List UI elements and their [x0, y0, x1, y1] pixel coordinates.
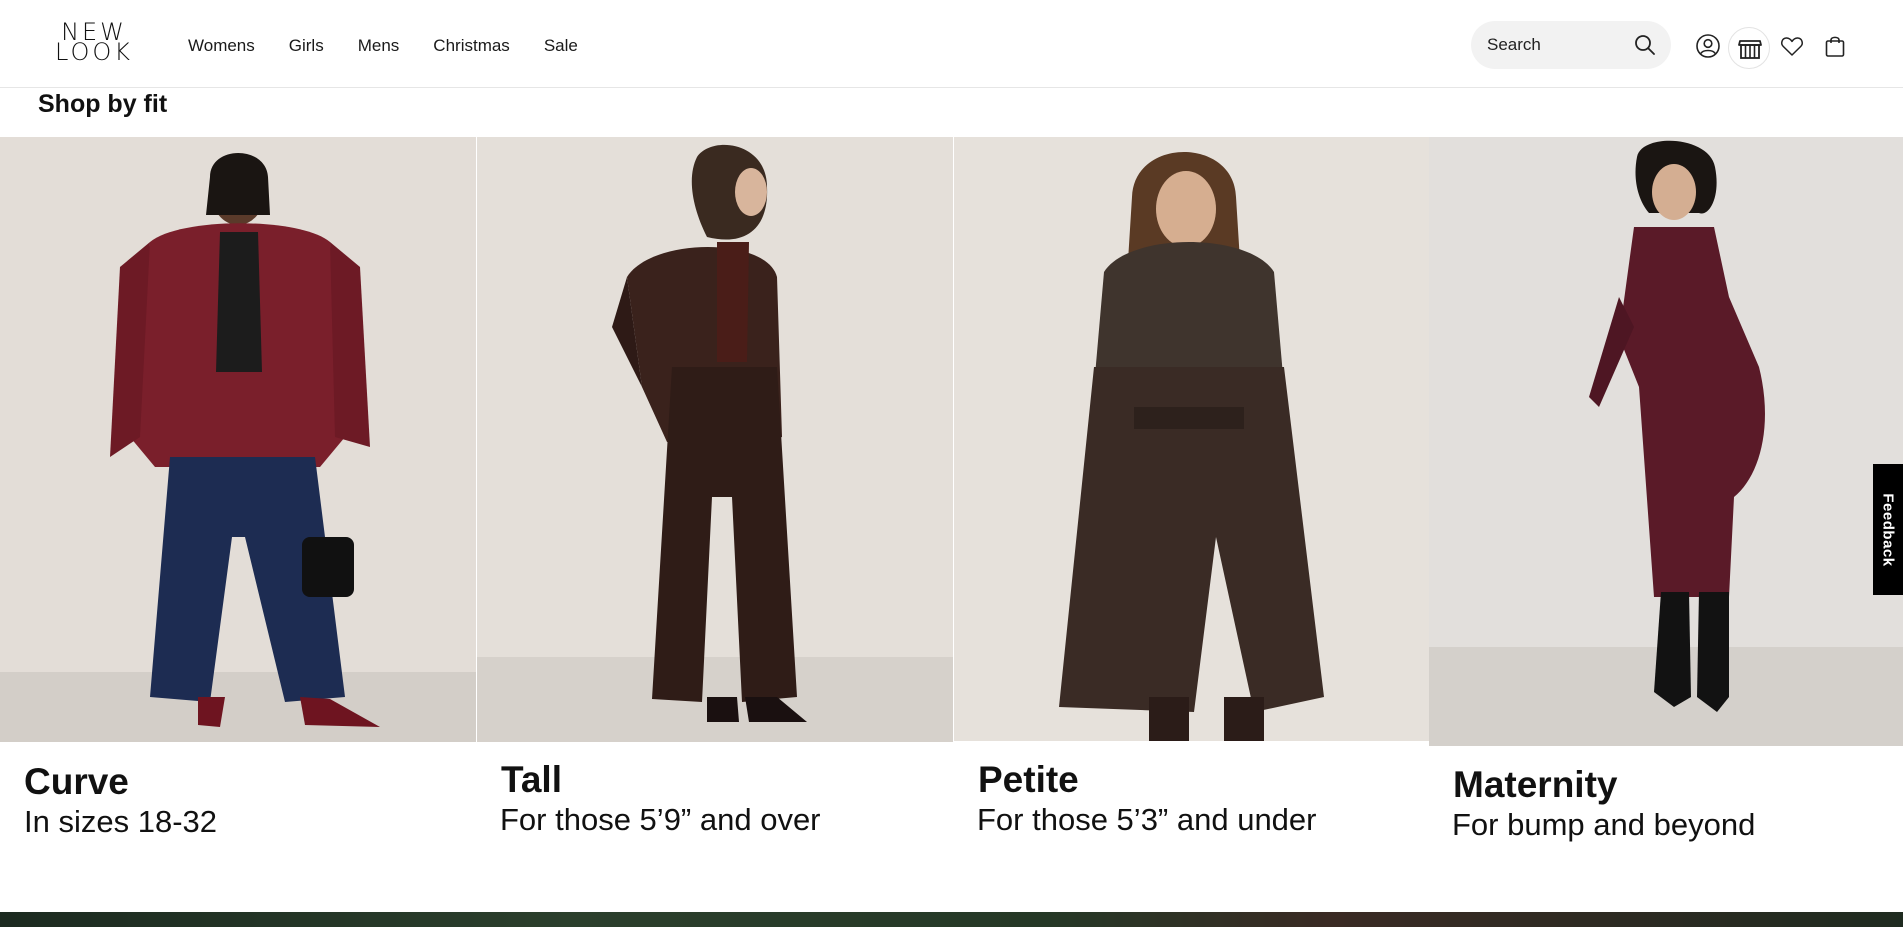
nav-item-sale[interactable]: Sale — [544, 36, 578, 56]
store-icon — [1738, 40, 1762, 59]
petite-model-image — [954, 137, 1430, 741]
tile-label: Curve — [24, 761, 129, 802]
main-nav: Womens Girls Mens Christmas Sale — [188, 36, 578, 56]
search-box — [1471, 21, 1671, 69]
search-input[interactable] — [1487, 33, 1627, 57]
next-section-banner — [0, 912, 1903, 927]
site-header: NEW LOOK Womens Girls Mens Christmas Sal… — [0, 0, 1903, 88]
store-locator-button[interactable] — [1728, 27, 1770, 69]
section-title: Shop by fit — [38, 90, 168, 118]
nav-item-girls[interactable]: Girls — [289, 36, 324, 56]
brand-logo[interactable]: NEW LOOK — [55, 20, 134, 66]
tile-label: Tall — [501, 759, 562, 800]
nav-item-womens[interactable]: Womens — [188, 36, 255, 56]
tile-label: Petite — [978, 759, 1079, 800]
tile-description: In sizes 18-32 — [24, 804, 217, 839]
feedback-tab[interactable]: Feedback — [1873, 464, 1903, 595]
fit-tile-maternity[interactable]: Maternity For bump and beyond — [1429, 137, 1903, 867]
feedback-label: Feedback — [1879, 492, 1897, 567]
brand-logo-line2: LOOK — [55, 38, 134, 66]
tile-description: For those 5’3” and under — [977, 802, 1317, 837]
fit-tile-tall[interactable]: Tall For those 5’9” and over — [477, 137, 953, 867]
wishlist-heart-icon[interactable] — [1779, 33, 1805, 59]
tile-description: For those 5’9” and over — [500, 802, 821, 837]
tile-description: For bump and beyond — [1452, 807, 1756, 842]
tall-model-image — [477, 137, 953, 742]
fit-tile-curve[interactable]: Curve In sizes 18-32 — [0, 137, 476, 867]
shopping-bag-icon[interactable] — [1822, 33, 1848, 59]
search-icon[interactable] — [1633, 33, 1657, 57]
nav-item-mens[interactable]: Mens — [358, 36, 400, 56]
fit-tile-petite[interactable]: Petite For those 5’3” and under — [954, 137, 1430, 867]
maternity-model-image — [1429, 137, 1903, 746]
tile-label: Maternity — [1453, 764, 1618, 805]
account-icon[interactable] — [1695, 33, 1721, 59]
nav-item-christmas[interactable]: Christmas — [433, 36, 510, 56]
curve-model-image — [0, 137, 476, 742]
